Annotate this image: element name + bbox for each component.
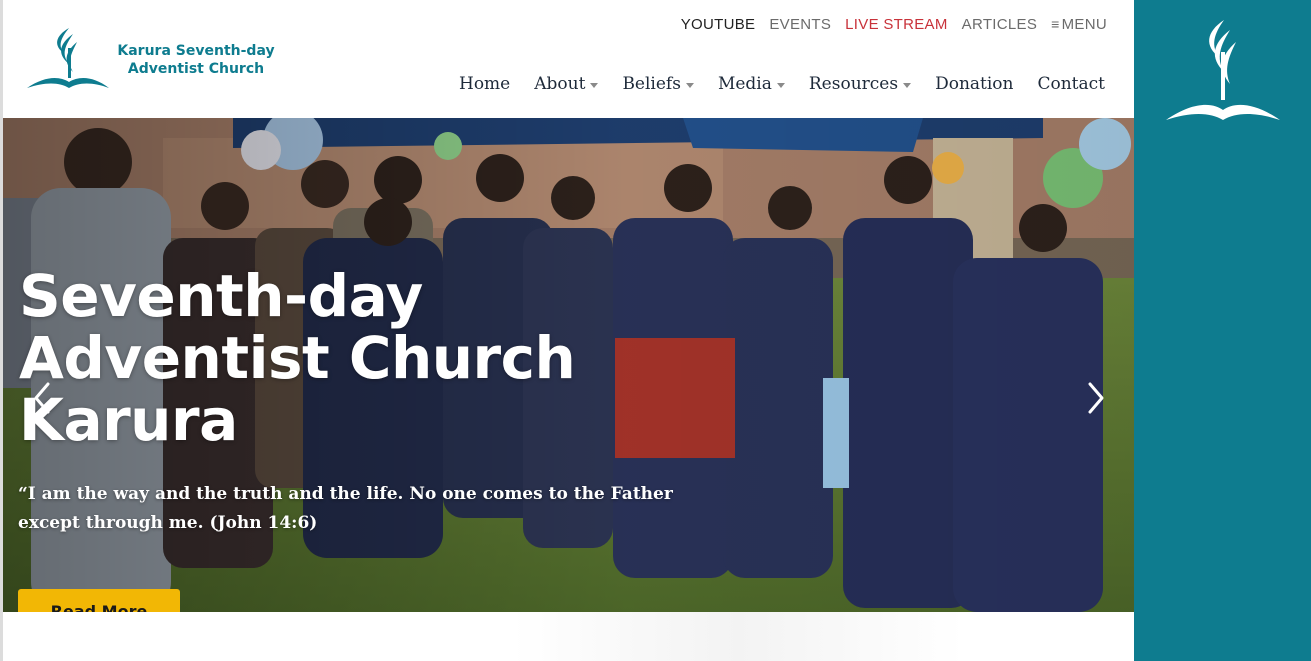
chevron-left-icon[interactable] xyxy=(31,380,53,416)
nav-media[interactable]: Media xyxy=(718,74,785,94)
nav-donation[interactable]: Donation xyxy=(935,74,1013,94)
adventist-logo-icon[interactable] xyxy=(1162,18,1282,128)
menu-button[interactable]: ≡ MENU xyxy=(1051,16,1107,33)
hero-quote-line1: “I am the way and the truth and the life… xyxy=(18,484,673,504)
articles-link[interactable]: ARTICLES xyxy=(962,16,1037,33)
nav-donation-label: Donation xyxy=(935,74,1014,94)
nav-resources[interactable]: Resources xyxy=(808,74,912,94)
nav-home-label: Home xyxy=(459,74,511,94)
live-stream-link[interactable]: LIVE STREAM xyxy=(845,16,948,33)
hero-slider: Seventh-day Adventist Church Karura “I a… xyxy=(3,118,1134,612)
hero-quote: “I am the way and the truth and the life… xyxy=(18,480,678,538)
hero-title-line2: Adventist Church xyxy=(19,324,576,392)
chevron-down-icon xyxy=(685,82,694,88)
events-link[interactable]: EVENTS xyxy=(769,16,831,33)
hero-title-line1: Seventh-day xyxy=(19,262,423,330)
nav-home[interactable]: Home xyxy=(459,74,510,94)
brand-name: Karura Seventh-day Adventist Church xyxy=(111,42,281,78)
content-area xyxy=(3,612,1134,661)
nav-about[interactable]: About xyxy=(534,74,599,94)
brand-sidebar xyxy=(1134,0,1311,661)
adventist-logo-icon xyxy=(27,28,109,88)
nav-contact-label: Contact xyxy=(1037,74,1105,94)
chevron-down-icon xyxy=(590,82,599,88)
nav-beliefs-label: Beliefs xyxy=(622,74,681,94)
site-logo[interactable]: Karura Seventh-day Adventist Church xyxy=(25,24,275,94)
main-nav: Home About Beliefs Media Resources Donat… xyxy=(459,74,1105,94)
read-more-button[interactable]: Read More xyxy=(18,589,180,612)
chevron-down-icon xyxy=(776,82,785,88)
chevron-right-icon[interactable] xyxy=(1085,380,1107,416)
top-utility-nav: YOUTUBE EVENTS LIVE STREAM ARTICLES ≡ MEN… xyxy=(681,16,1107,33)
hero-title-line3: Karura xyxy=(19,386,238,454)
youtube-link[interactable]: YOUTUBE xyxy=(681,16,756,33)
menu-label: MENU xyxy=(1061,16,1107,33)
nav-contact[interactable]: Contact xyxy=(1037,74,1105,94)
hero-title: Seventh-day Adventist Church Karura xyxy=(19,265,639,451)
brand-name-line2: Adventist Church xyxy=(127,61,265,77)
hero-quote-line2: except through me. (John 14:6) xyxy=(18,513,318,533)
nav-resources-label: Resources xyxy=(808,74,899,94)
nav-about-label: About xyxy=(534,74,586,94)
nav-media-label: Media xyxy=(717,74,772,94)
site-header: Karura Seventh-day Adventist Church YOUT… xyxy=(3,0,1134,118)
chevron-down-icon xyxy=(903,82,912,88)
brand-name-line1: Karura Seventh-day xyxy=(117,43,275,59)
hamburger-icon: ≡ xyxy=(1051,16,1060,32)
nav-beliefs[interactable]: Beliefs xyxy=(622,74,694,94)
